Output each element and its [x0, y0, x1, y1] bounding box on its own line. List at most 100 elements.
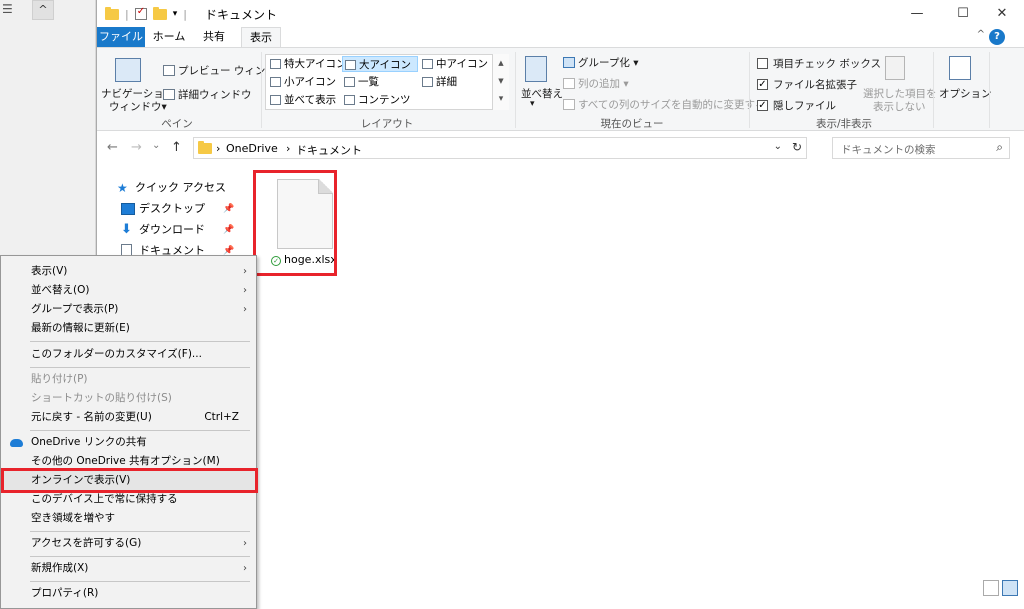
forward-button[interactable]: →: [131, 140, 142, 155]
file-extensions-label: ファイル名拡張子: [773, 79, 857, 91]
large-icons-view-button[interactable]: [1002, 580, 1018, 596]
address-bar[interactable]: › OneDrive › ドキュメント ⌄ ↻: [193, 137, 807, 159]
menu-item-sort-by[interactable]: 並べ替え(O) ›: [2, 281, 255, 300]
nav-downloads[interactable]: ⬇ ダウンロード 📌: [119, 220, 234, 240]
highlight-box-file: [253, 170, 337, 276]
scroll-down-icon[interactable]: ▼: [493, 72, 509, 90]
submenu-arrow-icon: ›: [243, 563, 247, 574]
search-icon[interactable]: ⌕: [996, 140, 1003, 155]
preview-pane-icon: [163, 65, 175, 76]
search-placeholder: ドキュメントの検索: [841, 144, 936, 156]
sort-by-dropdown-icon[interactable]: ▾: [530, 99, 535, 109]
nav-desktop[interactable]: デスクトップ 📌: [119, 199, 234, 219]
medium-icons-icon: [422, 59, 433, 69]
breadcrumb-documents[interactable]: ドキュメント: [296, 142, 362, 158]
new-folder-icon[interactable]: [152, 6, 167, 20]
minimize-button[interactable]: —: [894, 0, 940, 27]
breadcrumb-onedrive[interactable]: OneDrive: [226, 142, 278, 155]
options-icon[interactable]: [949, 56, 971, 80]
add-columns-button: 列の追加 ▾: [578, 78, 629, 90]
details-view-button[interactable]: [983, 580, 999, 596]
layout-tiles[interactable]: 並べて表示: [268, 92, 342, 108]
qat-dropdown-icon[interactable]: ▾: [173, 9, 178, 19]
menu-separator: [30, 341, 250, 342]
item-checkboxes-checkbox[interactable]: [757, 58, 768, 69]
close-button[interactable]: ✕: [979, 0, 1024, 27]
menu-item-new[interactable]: 新規作成(X) ›: [2, 559, 255, 578]
scroll-up-button[interactable]: ^: [32, 0, 54, 20]
menu-item-give-access[interactable]: アクセスを許可する(G) ›: [2, 534, 255, 553]
layout-list[interactable]: 一覧: [342, 74, 418, 90]
large-icons-icon: [345, 60, 356, 70]
menu-item-properties[interactable]: プロパティ(R): [2, 584, 255, 603]
tab-file[interactable]: ファイル: [97, 27, 145, 47]
back-button[interactable]: ←: [107, 140, 118, 155]
details-pane-button[interactable]: 詳細ウィンドウ: [178, 87, 252, 102]
help-icon[interactable]: ?: [989, 29, 1005, 45]
context-menu: 表示(V) › 並べ替え(O) › グループで表示(P) › 最新の情報に更新(E) …: [0, 255, 257, 609]
sort-by-button[interactable]: 並べ替え: [521, 86, 563, 101]
star-icon: ★: [117, 181, 128, 195]
layout-large-icons[interactable]: 大アイコン: [342, 56, 418, 72]
group-separator: [933, 52, 934, 128]
layout-medium-icons[interactable]: 中アイコン: [420, 56, 496, 72]
menu-item-onedrive-share-link[interactable]: OneDrive リンクの共有: [2, 433, 255, 452]
collapse-ribbon-icon[interactable]: ^: [977, 29, 985, 40]
menu-item-free-up-space[interactable]: 空き領域を増やす: [2, 509, 255, 528]
highlight-box-menu-item: [1, 468, 258, 493]
tab-view[interactable]: 表示: [241, 27, 281, 47]
address-dropdown-icon[interactable]: ⌄: [774, 141, 782, 152]
submenu-arrow-icon: ›: [243, 285, 247, 296]
recent-locations-button[interactable]: ⌄: [152, 140, 160, 151]
properties-icon[interactable]: [134, 6, 147, 20]
content-icon: [344, 95, 355, 105]
menu-item-paste-shortcut: ショートカットの貼り付け(S): [31, 392, 172, 404]
navigation-pane-button-line2[interactable]: ウィンドウ▾: [109, 99, 167, 114]
layout-extra-large-icons[interactable]: 特大アイコン: [268, 56, 346, 72]
menu-item-customize-folder[interactable]: このフォルダーのカスタマイズ(F)...: [2, 345, 255, 364]
menu-item-group-by[interactable]: グループで表示(P) ›: [2, 300, 255, 319]
scroll-up-icon[interactable]: ▲: [493, 54, 509, 72]
menu-item-refresh[interactable]: 最新の情報に更新(E): [2, 319, 255, 338]
add-columns-icon: [563, 78, 575, 89]
qat-separator: |: [125, 7, 129, 21]
hidden-items-label: 隠しファイル: [773, 100, 836, 112]
tab-share[interactable]: 共有: [193, 27, 235, 47]
layout-details[interactable]: 詳細: [420, 74, 496, 90]
quick-access-toolbar: | ▾ |: [105, 6, 187, 22]
size-all-columns-button: すべての列のサイズを自動的に変更する: [578, 99, 766, 111]
search-input[interactable]: ドキュメントの検索 ⌕: [832, 137, 1010, 159]
up-button[interactable]: ↑: [171, 140, 182, 155]
hide-selected-icon: [885, 56, 905, 80]
group-by-button[interactable]: グループ化 ▾: [578, 55, 638, 70]
address-row: ← → ⌄ ↑ › OneDrive › ドキュメント ⌄ ↻ ドキュメントの検…: [97, 131, 1024, 165]
file-view[interactable]: ✓ hoge.xlsx: [237, 165, 1024, 609]
options-button[interactable]: オプション: [939, 86, 992, 101]
breadcrumb-separator[interactable]: ›: [216, 142, 220, 155]
layout-gallery-scroll[interactable]: ▲ ▼ ▾: [492, 54, 509, 110]
group-by-icon: [563, 57, 575, 68]
group-label-show-hide: 表示/非表示: [815, 118, 873, 130]
hidden-items-checkbox[interactable]: ✓: [757, 100, 768, 111]
layout-small-icons[interactable]: 小アイコン: [268, 74, 342, 90]
refresh-icon[interactable]: ↻: [792, 140, 802, 154]
menu-item-undo-rename[interactable]: 元に戻す - 名前の変更(U) Ctrl+Z: [2, 408, 255, 427]
folder-icon: [105, 6, 119, 20]
group-separator: [515, 52, 516, 128]
navigation-pane-icon[interactable]: [115, 58, 141, 82]
nav-quick-access[interactable]: ★ クイック アクセス: [115, 178, 226, 198]
file-extensions-checkbox[interactable]: ✓: [757, 79, 768, 90]
menu-item-paste: 貼り付け(P): [31, 373, 88, 385]
group-separator: [989, 52, 990, 128]
pin-icon: 📌: [223, 225, 235, 235]
tab-home[interactable]: ホーム: [147, 27, 191, 47]
sort-by-icon[interactable]: [525, 56, 547, 82]
tiles-icon: [270, 95, 281, 105]
group-label-layout: レイアウト: [360, 118, 414, 130]
layout-content[interactable]: コンテンツ: [342, 92, 418, 108]
download-icon: ⬇: [121, 222, 132, 237]
more-layouts-icon[interactable]: ▾: [493, 90, 509, 108]
menu-item-view[interactable]: 表示(V) ›: [2, 262, 255, 281]
menu-icon[interactable]: ☰: [2, 2, 16, 16]
breadcrumb-separator[interactable]: ›: [286, 142, 290, 155]
